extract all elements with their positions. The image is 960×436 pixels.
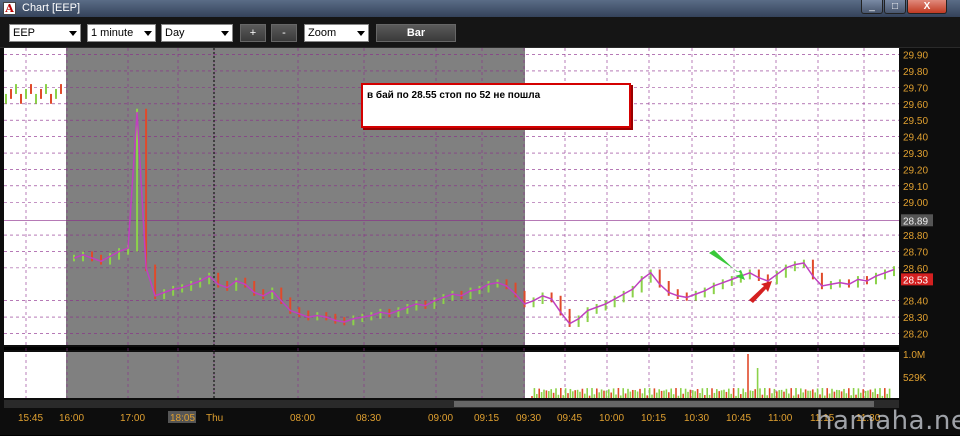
price-tick-label: 28.30 (903, 313, 928, 324)
time-tick-label: 10:15 (641, 413, 666, 424)
chevron-down-icon (221, 31, 229, 36)
chevron-down-icon (357, 31, 365, 36)
price-tick-label: 28.60 (903, 264, 928, 275)
time-tick-label: 09:15 (474, 413, 499, 424)
volume-tick-label: 1.0M (903, 350, 925, 361)
time-tick-label: 16:00 (59, 413, 84, 424)
time-tick-label: 15:45 (18, 413, 43, 424)
price-tick-label: 28.40 (903, 297, 928, 308)
time-tick-label: Thu (206, 413, 223, 424)
time-scrollbar-thumb (454, 401, 874, 407)
time-tick-label: 08:30 (356, 413, 381, 424)
price-tick-label: 28.70 (903, 247, 928, 258)
chart-toolbar: EEP 1 minute Day + - Zoom Bar (0, 17, 960, 48)
time-tick-label: 11:00 (768, 413, 793, 424)
time-tick-label: 09:45 (557, 413, 582, 424)
price-tick-label: 29.10 (903, 182, 928, 193)
time-tick-label: 17:00 (120, 413, 145, 424)
price-tick-label: 28.20 (903, 330, 928, 341)
title-bar[interactable]: A Chart [EEP] _ □ X (0, 0, 960, 17)
chart-annotation: в бай по 28.55 стоп по 52 не пошла (361, 83, 631, 128)
minimize-button[interactable]: _ (861, 0, 883, 14)
price-tick-label: 29.00 (903, 198, 928, 209)
time-tick-label: 10:00 (599, 413, 624, 424)
interval-select[interactable]: 1 minute (87, 24, 156, 42)
chevron-down-icon (69, 31, 77, 36)
price-tick-label: 29.20 (903, 165, 928, 176)
window-title: Chart [EEP] (22, 2, 81, 14)
price-tick-label: 29.70 (903, 83, 928, 94)
price-tick-label: 29.30 (903, 149, 928, 160)
watermark-logo: hamaha.net (816, 406, 960, 436)
period-value: Day (165, 27, 185, 39)
app-logo-icon: A (3, 2, 16, 15)
price-tick-label: 29.80 (903, 67, 928, 78)
price-tick-label: 29.40 (903, 133, 928, 144)
time-tick-label: 10:30 (684, 413, 709, 424)
chevron-down-icon (144, 31, 152, 36)
bar-button[interactable]: Bar (376, 24, 456, 42)
zoom-select[interactable]: Zoom (304, 24, 369, 42)
last-price-label: 28.53 (903, 275, 928, 286)
inactive-session-shade-volume (66, 352, 525, 398)
price-tick-label: 29.90 (903, 51, 928, 62)
maximize-button[interactable]: □ (884, 0, 906, 14)
price-tick-label: 28.80 (903, 231, 928, 242)
period-select[interactable]: Day (161, 24, 233, 42)
price-tick-label: 29.50 (903, 116, 928, 127)
pane-separator (4, 347, 899, 350)
time-tick-label: 18:05 (170, 413, 195, 424)
time-tick-label: 09:00 (428, 413, 453, 424)
price-tick-label: 28.89 (903, 216, 928, 227)
zoom-in-button[interactable]: + (240, 24, 266, 42)
time-tick-label: 10:45 (726, 413, 751, 424)
price-tick-label: 29.60 (903, 100, 928, 111)
close-button[interactable]: X (907, 0, 947, 14)
symbol-select[interactable]: EEP (9, 24, 81, 42)
time-tick-label: 09:30 (516, 413, 541, 424)
zoom-value: Zoom (308, 27, 337, 39)
symbol-value: EEP (13, 27, 36, 39)
interval-value: 1 minute (91, 27, 134, 39)
time-tick-label: 08:00 (290, 413, 315, 424)
chart-window: A Chart [EEP] _ □ X EEP 1 minute Day + -… (0, 0, 960, 436)
zoom-out-button[interactable]: - (271, 24, 297, 42)
volume-tick-label: 529K (903, 373, 927, 384)
